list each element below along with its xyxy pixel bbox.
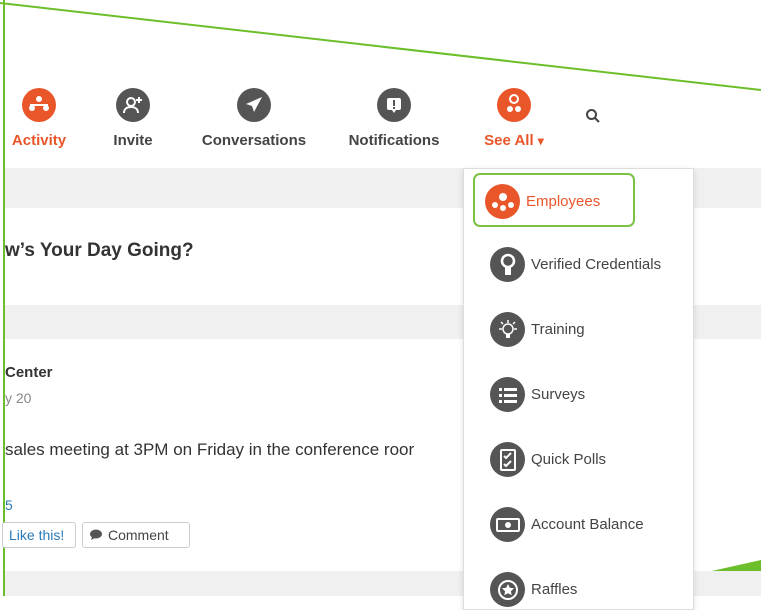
nav-label-activity: Activity: [11, 132, 67, 149]
dropdown-item-employees[interactable]: Employees: [485, 184, 600, 219]
credentials-icon: [490, 247, 525, 282]
top-navigation: Activity Invite Conversations Notificati…: [0, 88, 761, 168]
nav-item-conversations[interactable]: Conversations: [198, 88, 310, 149]
see-all-dropdown-menu: Employees Verified Credentials Training …: [463, 168, 694, 610]
chevron-down-icon: ▾: [537, 134, 544, 148]
alert-icon: [377, 88, 411, 122]
post-author[interactable]: Center: [5, 364, 53, 381]
dropdown-item-label: Raffles: [531, 581, 578, 598]
activity-icon: [22, 88, 56, 122]
dropdown-item-raffles[interactable]: Raffles: [490, 572, 577, 607]
like-button[interactable]: Like this!: [2, 522, 76, 548]
greeting-heading: w’s Your Day Going?: [5, 240, 194, 261]
dropdown-item-label: Quick Polls: [531, 451, 607, 468]
dropdown-item-label: Account Balance: [531, 516, 644, 533]
dropdown-item-label: Training: [531, 321, 585, 338]
dropdown-item-account-balance[interactable]: Account Balance: [490, 507, 644, 542]
paper-plane-icon: [237, 88, 271, 122]
like-count[interactable]: 5: [5, 497, 13, 513]
nav-label-see-all: See All ▾: [484, 132, 544, 149]
lightbulb-icon: [490, 312, 525, 347]
dropdown-item-label: Employees: [526, 193, 601, 210]
like-button-label: Like this!: [9, 527, 65, 543]
nav-item-see-all[interactable]: See All ▾: [477, 88, 551, 149]
employees-icon: [485, 184, 520, 219]
dropdown-item-quick-polls[interactable]: Quick Polls: [490, 442, 606, 477]
nav-item-invite[interactable]: Invite: [103, 88, 163, 149]
dropdown-item-training[interactable]: Training: [490, 312, 585, 347]
nav-label-invite: Invite: [113, 132, 153, 149]
star-badge-icon: [490, 572, 525, 607]
comment-button[interactable]: Comment: [82, 522, 190, 548]
money-icon: [490, 507, 525, 542]
comment-button-label: Comment: [108, 527, 169, 543]
dropdown-item-surveys[interactable]: Surveys: [490, 377, 585, 412]
list-icon: [490, 377, 525, 412]
dropdown-item-verified-credentials[interactable]: Verified Credentials: [490, 247, 661, 282]
nav-label-conversations: Conversations: [201, 132, 307, 149]
post-text: sales meeting at 3PM on Friday in the co…: [5, 440, 415, 459]
comment-icon: [89, 529, 103, 541]
nav-item-notifications[interactable]: Notifications: [344, 88, 444, 149]
checklist-icon: [490, 442, 525, 477]
dropdown-item-employees-highlight[interactable]: Employees: [473, 173, 635, 227]
nav-item-activity[interactable]: Activity: [9, 88, 69, 149]
dropdown-item-label: Surveys: [531, 386, 586, 403]
search-icon[interactable]: [585, 108, 601, 129]
dropdown-item-label: Verified Credentials: [531, 256, 662, 273]
nav-label-notifications: Notifications: [348, 132, 440, 149]
gears-icon: [497, 88, 531, 122]
add-user-icon: [116, 88, 150, 122]
post-date: y 20: [5, 390, 32, 406]
